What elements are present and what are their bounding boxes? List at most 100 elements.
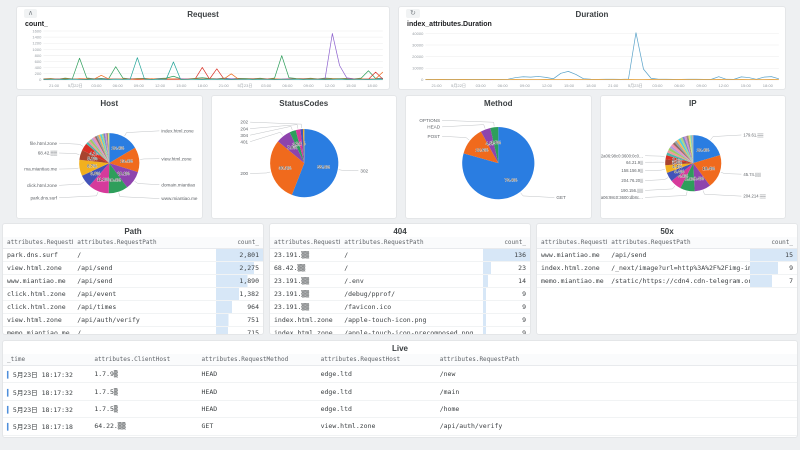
table-row[interactable]: memo.miantiao.me/715 bbox=[3, 327, 263, 336]
table-row[interactable]: index.html.zone/apple-touch-icon-precomp… bbox=[270, 327, 530, 336]
column-header[interactable]: attributes.RequestPath bbox=[436, 354, 797, 366]
pie-leader-line bbox=[119, 193, 160, 199]
row-expand-icon[interactable]: ▍ bbox=[7, 371, 11, 379]
table-row[interactable]: ▍5月23日 18:17:321.7.9▒HEADedge.ltd/new bbox=[3, 366, 797, 383]
table-row[interactable]: 68.42.▒▒/23 bbox=[270, 262, 530, 275]
table-row[interactable]: www.miantiao.me/api/send1,890 bbox=[3, 275, 263, 288]
pie-slice-label: index.html.zone bbox=[161, 128, 194, 133]
table-cell: /static/https://cdn4.cdn-telegram.org/fi… bbox=[607, 275, 750, 288]
pie-leader-line bbox=[645, 156, 665, 157]
table-cell: /favicon.ico bbox=[340, 301, 483, 314]
panel-50x: 50x attributes.RequestHostattributes.Req… bbox=[536, 223, 798, 335]
table-cell: 1,890 bbox=[216, 275, 263, 288]
pie-slice-percent-label: 79.4% bbox=[505, 177, 518, 182]
column-header[interactable]: count_ bbox=[216, 237, 263, 249]
method-pie-chart[interactable]: 79.4%12.6%4.5%3.5%OPTIONSHEADPOSTGET bbox=[406, 109, 591, 213]
top-charts-row: ∧ Request count_ 02004006008001000120014… bbox=[0, 0, 800, 90]
table-row[interactable]: memo.miantiao.me/static/https://cdn4.cdn… bbox=[537, 275, 797, 288]
table-row[interactable]: index.html.zone/apple-touch-icon.png9 bbox=[270, 314, 530, 327]
pie-slice-percent-label: 3.5% bbox=[491, 140, 501, 145]
table-row[interactable]: ▍5月23日 18:16:1869.74.▒▒GETpark.dns.surf/ bbox=[3, 435, 797, 438]
table-row[interactable]: click.html.zone/api/event1,382 bbox=[3, 288, 263, 301]
table-cell: 1,382 bbox=[216, 288, 263, 301]
pie-slice-percent-label: 8.7% bbox=[87, 163, 97, 168]
table-cell: 23.191.▒▒ bbox=[270, 301, 340, 314]
panel-title-path: Path bbox=[3, 224, 263, 237]
table-cell: 23.191.▒▒ bbox=[270, 288, 340, 301]
column-header[interactable]: attributes.ClientHost bbox=[90, 354, 197, 366]
table-row[interactable]: view.html.zone/api/send2,275 bbox=[3, 262, 263, 275]
host-pie-chart[interactable]: 16.4%13.4%10.1%10.4%11.2%6.6%8.7%5.2%4.1… bbox=[17, 109, 202, 213]
column-header[interactable]: attributes.RequestPath bbox=[73, 237, 216, 249]
column-header[interactable]: count_ bbox=[483, 237, 530, 249]
duration-y-field-label: index_attributes.Duration bbox=[399, 20, 785, 28]
pie-slice-label: 304 bbox=[240, 133, 248, 138]
table-row[interactable]: 23.191.▒▒/.env14 bbox=[270, 275, 530, 288]
row-expand-icon[interactable]: ▍ bbox=[7, 406, 11, 414]
table-row[interactable]: click.html.zone/api/times964 bbox=[3, 301, 263, 314]
statuscodes-pie-chart[interactable]: 55.9%30.1%7.0%3.0%2.2%202204304401200302 bbox=[212, 109, 397, 213]
table-cell: ▍5月23日 18:17:32 bbox=[3, 366, 90, 383]
server-error-table: attributes.RequestHostattributes.Request… bbox=[537, 237, 797, 288]
x-axis-tick-label: 18:00 bbox=[763, 83, 774, 88]
table-row[interactable]: ▍5月23日 18:17:1864.22.▒▒GETview.html.zone… bbox=[3, 418, 797, 435]
table-cell: 964 bbox=[216, 301, 263, 314]
column-header[interactable]: attributes.RequestHost bbox=[537, 237, 607, 249]
column-header[interactable]: attributes.RequestMethod bbox=[198, 354, 317, 366]
column-header[interactable]: attributes.RequestPath bbox=[607, 237, 750, 249]
pie-leader-line bbox=[338, 170, 358, 171]
table-row[interactable]: www.miantiao.me/api/send15 bbox=[537, 249, 797, 262]
pie-slice-label: HEAD bbox=[427, 124, 440, 129]
table-cell: /api/auth/verify bbox=[436, 418, 797, 435]
panel-request: ∧ Request count_ 02004006008001000120014… bbox=[16, 6, 390, 90]
x-axis-tick-label: 12:00 bbox=[542, 83, 553, 88]
x-axis-tick-label: 12:00 bbox=[719, 83, 730, 88]
pie-slice-label: 401 bbox=[240, 139, 248, 144]
column-header[interactable]: attributes.RequestPath bbox=[340, 237, 483, 249]
table-cell: /api/send bbox=[607, 249, 750, 262]
pie-leader-line bbox=[645, 186, 675, 191]
column-header[interactable]: attributes.RequestHost bbox=[3, 237, 73, 249]
panel-host: Host 16.4%13.4%10.1%10.4%11.2%6.6%8.7%5.… bbox=[16, 95, 203, 219]
table-row[interactable]: index.html.zone/_next/image?url=http%3A%… bbox=[537, 262, 797, 275]
pie-leader-line bbox=[710, 135, 741, 140]
pie-slice-label: 2a06:98c0:3600:db8c… bbox=[601, 195, 643, 200]
row-expand-icon[interactable]: ▍ bbox=[7, 389, 11, 397]
column-header[interactable]: count_ bbox=[750, 237, 797, 249]
request-line-chart[interactable]: 0200400600800100012001400160021:005月22日0… bbox=[17, 28, 389, 89]
y-axis-tick-label: 1400 bbox=[32, 35, 42, 40]
table-row[interactable]: ▍5月23日 18:17:321.7.5▒HEADedge.ltd/main bbox=[3, 383, 797, 400]
table-row[interactable]: 23.191.▒▒/debug/pprof/9 bbox=[270, 288, 530, 301]
table-row[interactable]: view.html.zone/api/auth/verify751 bbox=[3, 314, 263, 327]
column-header[interactable]: _time bbox=[3, 354, 90, 366]
duration-line-chart[interactable]: 01000020000300004000021:005月22日03:0006:0… bbox=[399, 28, 785, 89]
table-row[interactable]: 23.191.▒▒/favicon.ico9 bbox=[270, 301, 530, 314]
table-row[interactable]: ▍5月23日 18:17:321.7.5▒HEADedge.ltd/home bbox=[3, 400, 797, 417]
column-header[interactable]: attributes.RequestHost bbox=[270, 237, 340, 249]
refresh-icon[interactable]: ↻ bbox=[406, 9, 420, 18]
table-cell: /_next/image?url=http%3A%2F%2Fimg-image.… bbox=[607, 262, 750, 275]
table-cell: 9 bbox=[483, 288, 530, 301]
y-axis-tick-label: 40000 bbox=[412, 31, 424, 36]
collapse-icon[interactable]: ∧ bbox=[24, 9, 37, 18]
column-header[interactable]: attributes.RequestHost bbox=[317, 354, 436, 366]
x-axis-tick-label: 03:00 bbox=[476, 83, 487, 88]
pie-slice-label: POST bbox=[428, 134, 441, 139]
row-expand-icon[interactable]: ▍ bbox=[7, 423, 11, 431]
table-row[interactable]: 23.191.▒▒/136 bbox=[270, 249, 530, 262]
table-row[interactable]: park.dns.surf/2,801 bbox=[3, 249, 263, 262]
ip-pie-chart[interactable]: 20.4%19.4%9.4%8.4%6.4%5.4%4.4%3.4%2.4%2a… bbox=[601, 109, 786, 213]
pie-slice-percent-label: 9.4% bbox=[693, 176, 703, 181]
table-cell: 7 bbox=[750, 275, 797, 288]
table-cell: /api/send bbox=[73, 262, 216, 275]
pie-slice-label: 68.42.▒▒ bbox=[38, 151, 58, 157]
table-cell: 2,275 bbox=[216, 262, 263, 275]
table-cell: 136 bbox=[483, 249, 530, 262]
pie-leader-line bbox=[125, 131, 160, 136]
pie-slice-label: domain.miantiao bbox=[161, 182, 195, 187]
y-axis-tick-label: 1200 bbox=[32, 41, 42, 46]
pie-leader-line bbox=[59, 182, 84, 186]
table-cell: 23.191.▒▒ bbox=[270, 249, 340, 262]
pie-leader-line bbox=[59, 192, 98, 198]
panel-title-request: Request bbox=[17, 7, 389, 20]
